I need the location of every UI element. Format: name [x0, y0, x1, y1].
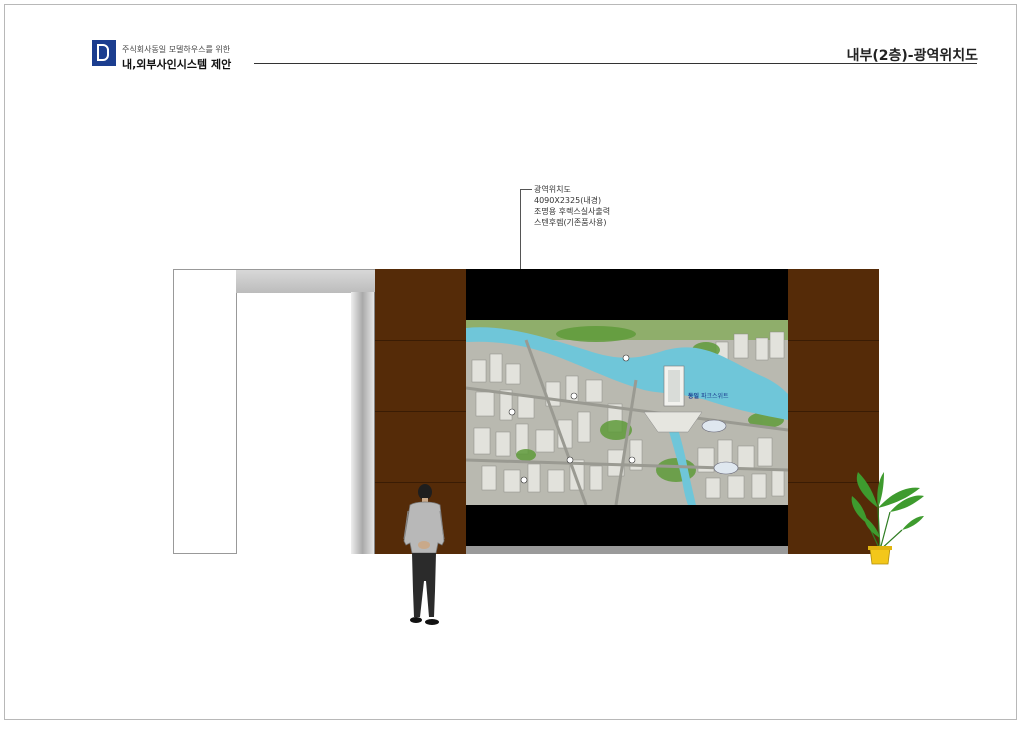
- page-title: 내부(2층)-광역위치도: [846, 48, 978, 64]
- callout-line-4: 스텐후렘(기존품사용): [534, 218, 607, 227]
- callout-line-2: 4090X2325(내경): [534, 196, 602, 205]
- callout-line-3: 조명용 후렉스실사출력: [534, 207, 611, 216]
- spec-callout: 광역위치도 4090X2325(내경) 조명용 후렉스실사출력 스텐후렘(기존품…: [534, 184, 610, 228]
- steel-sill: [466, 546, 788, 554]
- steel-frame-top: [236, 269, 375, 293]
- callout-leader-tick: [520, 189, 532, 190]
- potted-plant-icon: [850, 468, 926, 570]
- company-logo: [92, 40, 116, 66]
- map-label-brand: 동일: [688, 393, 700, 400]
- area-location-map: 동일 파크스위트: [466, 320, 788, 505]
- map-project-label: 동일 파크스위트: [688, 393, 729, 400]
- document-title: 내,외부사인시스템 제안: [122, 58, 232, 71]
- person-figure: [398, 481, 450, 633]
- callout-line-1: 광역위치도: [534, 185, 571, 194]
- callout-leader-line: [520, 189, 521, 269]
- company-subtitle: 주식회사동일 모델하우스를 위한: [122, 45, 231, 54]
- white-wall-panel: [173, 269, 237, 554]
- map-label-name: 파크스위트: [700, 393, 729, 400]
- steel-frame-side: [351, 292, 375, 554]
